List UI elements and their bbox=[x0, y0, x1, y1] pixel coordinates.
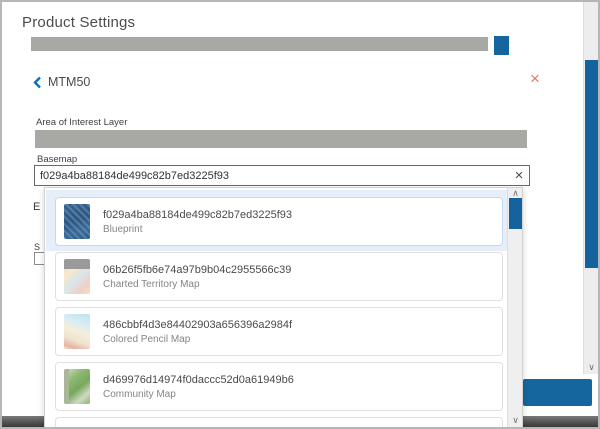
basemap-option[interactable]: 06b26f5fb6e74a97b9b04c2955566c39 Charted… bbox=[55, 252, 503, 301]
basemap-thumbnail bbox=[64, 204, 90, 239]
basemap-option-id: f029a4ba88184de499c82b7ed3225f93 bbox=[103, 209, 292, 221]
product-settings-modal: Product Settings MTM50 × Area of Interes… bbox=[0, 0, 600, 429]
scroll-down-arrow-icon[interactable]: ∨ bbox=[508, 416, 523, 425]
blue-end-cap bbox=[494, 36, 509, 55]
obscured-label-fragment: E bbox=[33, 201, 40, 213]
obscured-label-fragment: S bbox=[34, 242, 40, 252]
obscured-checkbox[interactable] bbox=[34, 252, 44, 265]
basemap-option-text: d469976d14974f0daccc52d0a61949b6 Communi… bbox=[103, 374, 294, 400]
clear-input-icon[interactable]: × bbox=[511, 167, 527, 183]
close-icon[interactable]: × bbox=[530, 70, 540, 87]
aoi-layer-label: Area of Interest Layer bbox=[36, 117, 127, 128]
basemap-option-name: Blueprint bbox=[103, 224, 292, 235]
basemap-option-id: 486cbbf4d3e84402903a656396a2984f bbox=[103, 319, 292, 331]
scrollbar-thumb[interactable] bbox=[585, 60, 598, 268]
basemap-option-name: Colored Pencil Map bbox=[103, 334, 292, 345]
basemap-option-text: f029a4ba88184de499c82b7ed3225f93 Bluepri… bbox=[103, 209, 292, 235]
scrollbar-thumb[interactable] bbox=[509, 198, 522, 229]
chevron-left-icon bbox=[33, 76, 42, 89]
redacted-toolbar-bar bbox=[31, 37, 488, 51]
basemap-option[interactable]: f029a4ba88184de499c82b7ed3225f93 Bluepri… bbox=[55, 197, 503, 246]
scroll-down-arrow-icon[interactable]: ∨ bbox=[584, 363, 599, 372]
basemap-option-name: Charted Territory Map bbox=[103, 279, 291, 290]
basemap-option-partial[interactable] bbox=[55, 417, 503, 427]
basemap-option[interactable]: d469976d14974f0daccc52d0a61949b6 Communi… bbox=[55, 362, 503, 411]
modal-vertical-scrollbar[interactable]: ∨ bbox=[583, 2, 598, 374]
aoi-layer-field-redacted[interactable] bbox=[35, 130, 527, 148]
basemap-thumbnail bbox=[64, 314, 90, 349]
basemap-option-name: Community Map bbox=[103, 389, 294, 400]
basemap-option-id: 06b26f5fb6e74a97b9b04c2955566c39 bbox=[103, 264, 291, 276]
back-label: MTM50 bbox=[48, 75, 90, 89]
basemap-dropdown: f029a4ba88184de499c82b7ed3225f93 Bluepri… bbox=[44, 187, 523, 427]
basemap-option-list: f029a4ba88184de499c82b7ed3225f93 Bluepri… bbox=[45, 188, 507, 427]
basemap-option-text: 486cbbf4d3e84402903a656396a2984f Colored… bbox=[103, 319, 292, 345]
dropdown-scrollbar[interactable]: ∧ ∨ bbox=[507, 188, 522, 427]
basemap-input[interactable] bbox=[34, 165, 530, 186]
page-title: Product Settings bbox=[22, 14, 135, 31]
basemap-label: Basemap bbox=[37, 154, 77, 165]
basemap-thumbnail bbox=[64, 259, 90, 294]
back-button[interactable]: MTM50 bbox=[33, 73, 90, 91]
primary-action-button[interactable] bbox=[523, 379, 592, 406]
scroll-up-arrow-icon[interactable]: ∧ bbox=[508, 189, 523, 198]
basemap-option-id: d469976d14974f0daccc52d0a61949b6 bbox=[103, 374, 294, 386]
basemap-option-text: 06b26f5fb6e74a97b9b04c2955566c39 Charted… bbox=[103, 264, 291, 290]
basemap-thumbnail bbox=[64, 369, 90, 404]
obscured-controls: E S bbox=[2, 187, 44, 427]
basemap-option[interactable]: 486cbbf4d3e84402903a656396a2984f Colored… bbox=[55, 307, 503, 356]
